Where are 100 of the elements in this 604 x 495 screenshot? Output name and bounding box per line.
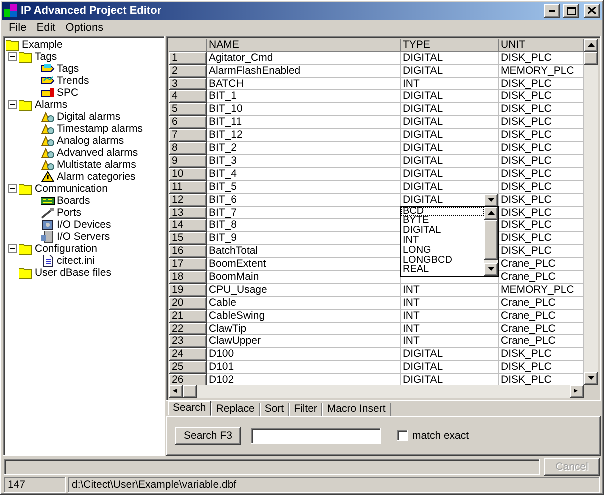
tree-item[interactable]: Timestamp alarms xyxy=(55,122,145,135)
menu-item[interactable]: Options xyxy=(60,22,109,34)
row-number[interactable]: 18 xyxy=(169,270,207,284)
collapse-toggle[interactable] xyxy=(8,244,17,254)
tree-item[interactable]: Analog alarms xyxy=(55,134,126,147)
row-number[interactable]: 26 xyxy=(169,374,207,385)
tree-item[interactable]: Configuration xyxy=(33,242,100,255)
scroll-thumb[interactable] xyxy=(183,384,197,398)
row-number[interactable]: 16 xyxy=(169,245,207,258)
row-number[interactable]: 15 xyxy=(169,232,207,246)
table-cell: BIT_5 xyxy=(207,180,401,194)
tree-item[interactable]: SPC xyxy=(55,86,81,99)
tree-item[interactable]: citect.ini xyxy=(55,254,97,267)
minimize-button[interactable] xyxy=(544,4,560,18)
match-checkbox[interactable] xyxy=(397,430,408,442)
folder-icon xyxy=(19,182,33,195)
menu-item[interactable]: Edit xyxy=(32,22,61,34)
tab[interactable]: Sort xyxy=(260,402,290,416)
table-cell: DIGITAL xyxy=(401,52,499,65)
table-cell: ClawUpper xyxy=(207,335,401,348)
folder-icon xyxy=(19,266,33,279)
table-cell: DIGITAL xyxy=(401,90,499,104)
search-field[interactable] xyxy=(251,428,382,444)
tree-item[interactable]: Ports xyxy=(55,206,84,219)
close-button[interactable] xyxy=(584,4,600,18)
tree-item[interactable]: Alarm categories xyxy=(55,170,138,183)
scroll-thumb[interactable] xyxy=(584,52,598,65)
table-cell: DIGITAL xyxy=(401,116,499,130)
row-number[interactable]: 12 xyxy=(169,194,207,206)
table-cell: INT xyxy=(401,310,499,323)
row-number[interactable]: 10 xyxy=(169,168,207,181)
menu-item[interactable]: File xyxy=(4,22,32,34)
search-button[interactable]: Search F3 xyxy=(175,426,242,445)
tree-item[interactable]: I/O Servers xyxy=(55,230,112,243)
tree-item[interactable]: I/O Devices xyxy=(55,218,114,231)
table-cell: DIGITAL xyxy=(401,180,499,194)
dropdown-option[interactable]: DIGITAL xyxy=(401,226,484,236)
row-number[interactable]: 24 xyxy=(169,348,207,362)
column-header[interactable]: UNIT xyxy=(499,38,584,52)
tree-item[interactable]: Communication xyxy=(33,182,110,195)
tab[interactable]: Replace xyxy=(211,402,260,416)
tab[interactable]: Filter xyxy=(289,402,322,416)
tree-item[interactable]: Tags xyxy=(55,62,82,75)
row-number[interactable]: 13 xyxy=(169,206,207,220)
checkbox-label: match exact xyxy=(412,430,470,442)
tree-item[interactable]: Example xyxy=(20,38,65,51)
row-number[interactable]: 19 xyxy=(169,284,207,297)
collapse-toggle[interactable] xyxy=(8,184,17,194)
tree-item[interactable]: Boards xyxy=(55,194,92,207)
row-number[interactable]: 2 xyxy=(169,64,207,78)
tree-item[interactable]: Digital alarms xyxy=(55,110,123,123)
maximize-button[interactable] xyxy=(563,4,579,18)
row-number[interactable]: 20 xyxy=(169,296,207,310)
table-cell: D100 xyxy=(207,348,401,362)
close-icon xyxy=(588,7,596,14)
row-number[interactable]: 21 xyxy=(169,310,207,323)
dropdown-option[interactable]: LONG xyxy=(401,246,484,256)
row-number[interactable]: 14 xyxy=(169,219,207,232)
table-cell: BIT_8 xyxy=(207,219,401,232)
tree-item[interactable]: Trends xyxy=(55,74,92,87)
row-number[interactable]: 5 xyxy=(169,103,207,116)
dropdown-option[interactable]: BYTE xyxy=(401,216,484,226)
row-number[interactable]: 22 xyxy=(169,322,207,336)
window-title: IP Advanced Project Editor xyxy=(21,4,163,17)
row-number[interactable]: 6 xyxy=(169,116,207,130)
table-cell: BIT_12 xyxy=(207,129,401,142)
tree-item[interactable]: Advanved alarms xyxy=(55,146,140,159)
collapse-toggle[interactable] xyxy=(8,52,17,62)
tree-item[interactable]: Multistate alarms xyxy=(55,158,138,171)
dropdown-option[interactable]: LONGBCD xyxy=(401,256,484,266)
table-cell: BoomMain xyxy=(207,270,401,284)
scroll-thumb[interactable] xyxy=(484,220,498,260)
table-cell: BIT_6 xyxy=(207,194,401,206)
tab[interactable]: Macro Insert xyxy=(322,402,391,416)
table-cell: INT xyxy=(401,284,499,297)
row-number[interactable]: 23 xyxy=(169,335,207,348)
row-number[interactable]: 8 xyxy=(169,142,207,155)
status-field: 147 xyxy=(4,477,66,493)
dropdown-option[interactable]: REAL xyxy=(401,265,484,276)
table-cell: BIT_4 xyxy=(207,168,401,181)
file-icon xyxy=(41,254,55,267)
row-number[interactable]: 17 xyxy=(169,258,207,271)
tree-item[interactable]: Tags xyxy=(33,50,60,63)
tree-item[interactable]: User dBase files xyxy=(33,266,114,279)
tab[interactable]: Search xyxy=(168,400,212,416)
tag-icon xyxy=(41,62,55,75)
row-number[interactable]: 1 xyxy=(169,52,207,65)
dropdown-option[interactable]: INT xyxy=(401,236,484,246)
row-number[interactable]: 3 xyxy=(169,78,207,90)
table-cell: BIT_2 xyxy=(207,142,401,155)
row-number[interactable]: 25 xyxy=(169,361,207,374)
row-number[interactable]: 4 xyxy=(169,90,207,104)
row-number[interactable]: 11 xyxy=(169,180,207,194)
column-header[interactable]: NAME xyxy=(207,38,401,52)
column-header[interactable]: TYPE xyxy=(401,38,499,52)
tree-item[interactable]: Alarms xyxy=(33,98,70,111)
collapse-toggle[interactable] xyxy=(8,100,17,110)
row-number[interactable]: 9 xyxy=(169,154,207,168)
row-number[interactable]: 7 xyxy=(169,129,207,142)
table-cell: DIGITAL xyxy=(401,142,499,155)
